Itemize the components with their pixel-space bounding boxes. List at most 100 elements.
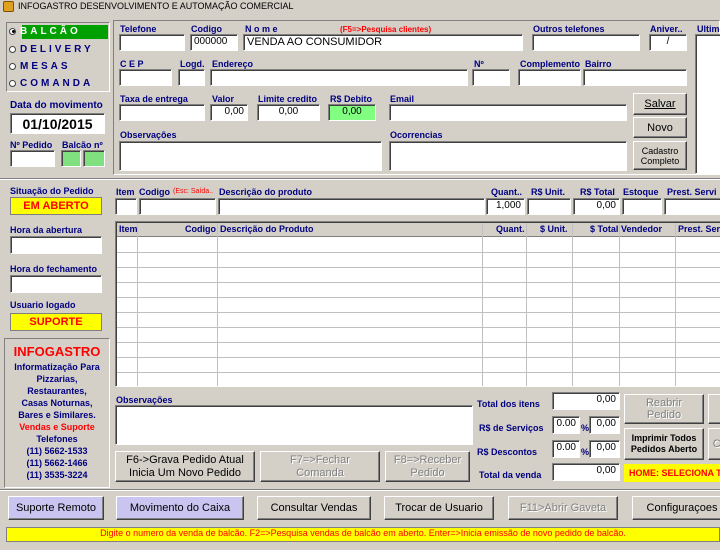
company-line-3: Restaurantes, xyxy=(27,386,87,396)
endereco-field[interactable] xyxy=(210,69,468,86)
codigo-label: Codigo xyxy=(191,24,222,34)
ultimo-list[interactable] xyxy=(695,34,720,174)
entry-estoque-field[interactable] xyxy=(622,198,662,215)
limite-credito-field[interactable]: 0,00 xyxy=(257,104,320,121)
radio-balcao[interactable]: BALCÃO xyxy=(9,26,81,37)
entry-prest-field[interactable] xyxy=(664,198,720,215)
radio-dot-icon xyxy=(9,45,16,53)
cadastro-line-1: Cadastro xyxy=(641,145,679,156)
col-descricao[interactable]: Descrição do Produto xyxy=(220,224,314,234)
entry-item-label: Item xyxy=(116,187,135,197)
ci-button[interactable]: Ci xyxy=(708,428,720,460)
f8-line-2: Pedido xyxy=(410,466,445,479)
entry-codigo-field[interactable] xyxy=(139,198,216,215)
taxa-entrega-label: Taxa de entrega xyxy=(120,94,188,104)
salvar-button[interactable]: Salvar xyxy=(633,93,687,115)
bottom-divider xyxy=(0,489,720,491)
email-field[interactable] xyxy=(389,104,627,121)
col-quant[interactable]: Quant. xyxy=(496,224,525,234)
outros-telefones-field[interactable] xyxy=(532,34,640,51)
descontos-field[interactable]: 0,00 xyxy=(589,440,620,458)
entry-estoque-label: Estoque xyxy=(623,187,659,197)
configuracoes-button[interactable]: Configuraçoes xyxy=(632,496,720,520)
f8-receber-pedido-button[interactable]: F8=>Receber Pedido xyxy=(385,451,470,482)
grid-row-line xyxy=(117,297,720,298)
radio-balcao-label: BALCÃO xyxy=(20,26,81,37)
items-grid[interactable] xyxy=(115,221,720,387)
reabrir-pedido-button[interactable]: Reabrir Pedido xyxy=(624,394,704,424)
telefone-field[interactable] xyxy=(119,34,185,51)
servicos-field[interactable]: 0,00 xyxy=(589,416,620,434)
hora-fechamento-label: Hora do fechamento xyxy=(10,264,98,274)
entry-descricao-field[interactable] xyxy=(218,198,485,215)
observacoes-field[interactable] xyxy=(119,141,382,171)
numero-field[interactable] xyxy=(472,69,510,86)
f6-line-2: Inicia Um Novo Pedido xyxy=(129,466,241,479)
novo-button[interactable]: Novo xyxy=(633,117,687,138)
cadastro-completo-button[interactable]: Cadastro Completo xyxy=(633,141,687,170)
col-codigo[interactable]: Codigo xyxy=(185,224,216,234)
entry-total-field[interactable]: 0,00 xyxy=(573,198,620,215)
balcao-numero-field[interactable] xyxy=(61,150,81,167)
total-venda-label: Total da venda xyxy=(479,470,542,480)
consultar-vendas-button[interactable]: Consultar Vendas xyxy=(257,496,371,520)
aniversario-field[interactable]: / xyxy=(649,34,687,51)
hora-abertura-field[interactable] xyxy=(10,236,102,254)
imprimir-pedidos-button[interactable]: Imprimir Todos Pedidos Aberto xyxy=(624,428,704,460)
usuario-logado-badge: SUPORTE xyxy=(10,313,102,331)
debito-field[interactable]: 0,00 xyxy=(328,104,376,121)
movimento-date-field[interactable]: 01/10/2015 xyxy=(10,113,105,134)
trocar-usuario-button[interactable]: Trocar de Usuario xyxy=(384,496,494,520)
pedido-label: Nº Pedido xyxy=(10,140,53,150)
total-itens-field: 0,00 xyxy=(552,392,620,410)
balcao-numero-field-2[interactable] xyxy=(83,150,105,167)
grid-column-line xyxy=(572,223,573,386)
valor-field[interactable]: 0,00 xyxy=(210,104,248,121)
observacoes-label: Observações xyxy=(120,130,177,140)
grid-row-line xyxy=(117,312,720,313)
servicos-pct-symbol: % xyxy=(581,423,590,433)
col-total[interactable]: $ Total xyxy=(590,224,618,234)
company-line-2: Pizzarias, xyxy=(36,374,78,384)
aniversario-label: Aniver.. xyxy=(650,24,683,34)
extra-disabled-button[interactable] xyxy=(708,394,720,424)
descontos-pct-field[interactable]: 0.00 xyxy=(552,440,580,458)
codigo-field[interactable]: 000000 xyxy=(190,34,238,51)
cep-field[interactable] xyxy=(119,69,172,86)
col-item[interactable]: Item xyxy=(119,224,138,234)
radio-comanda[interactable]: COMANDA xyxy=(9,78,93,89)
pedido-field[interactable] xyxy=(10,150,55,167)
movimento-caixa-button[interactable]: Movimento do Caixa xyxy=(116,496,244,520)
imprimir-line-1: Imprimir Todos xyxy=(631,433,697,443)
entry-quant-field[interactable]: 1,000 xyxy=(486,198,525,215)
hora-fechamento-field[interactable] xyxy=(10,275,102,293)
complemento-field[interactable] xyxy=(518,69,581,86)
radio-delivery[interactable]: DELIVERY xyxy=(9,44,94,55)
f7-fechar-comanda-button[interactable]: F7=>Fechar Comanda xyxy=(260,451,380,482)
f11-abrir-gaveta-button[interactable]: F11>Abrir Gaveta xyxy=(508,496,618,520)
taxa-entrega-field[interactable] xyxy=(119,104,205,121)
endereco-label: Endereço xyxy=(212,59,254,69)
col-vendedor[interactable]: Vendedor xyxy=(621,224,662,234)
suporte-remoto-button[interactable]: Suporte Remoto xyxy=(8,496,104,520)
grid-column-line xyxy=(675,223,676,386)
radio-mesas[interactable]: MESAS xyxy=(9,61,71,72)
logradouro-label: Logd. xyxy=(180,59,205,69)
col-prest[interactable]: Prest. Serv xyxy=(678,224,720,234)
bairro-field[interactable] xyxy=(583,69,687,86)
grid-row-line xyxy=(117,372,720,373)
f6-grava-pedido-button[interactable]: F6->Grava Pedido Atual Inicia Um Novo Pe… xyxy=(115,451,255,482)
entry-item-field[interactable] xyxy=(115,198,137,215)
entry-quant-label: Quant.. xyxy=(491,187,522,197)
telefone-label: Telefone xyxy=(120,24,157,34)
logradouro-field[interactable] xyxy=(178,69,205,86)
company-info: Informatização Para Pizzarias, Restauran… xyxy=(4,361,110,481)
ocorrencias-field[interactable] xyxy=(389,141,627,171)
servicos-pct-field[interactable]: 0.00 xyxy=(552,416,580,434)
descontos-pct-symbol: % xyxy=(581,447,590,457)
col-unit[interactable]: $ Unit. xyxy=(540,224,568,234)
bottom-obs-field[interactable] xyxy=(115,405,473,445)
entry-unit-field[interactable] xyxy=(527,198,571,215)
nome-field[interactable]: VENDA AO CONSUMIDOR xyxy=(243,34,523,51)
cadastro-line-2: Completo xyxy=(640,155,680,166)
